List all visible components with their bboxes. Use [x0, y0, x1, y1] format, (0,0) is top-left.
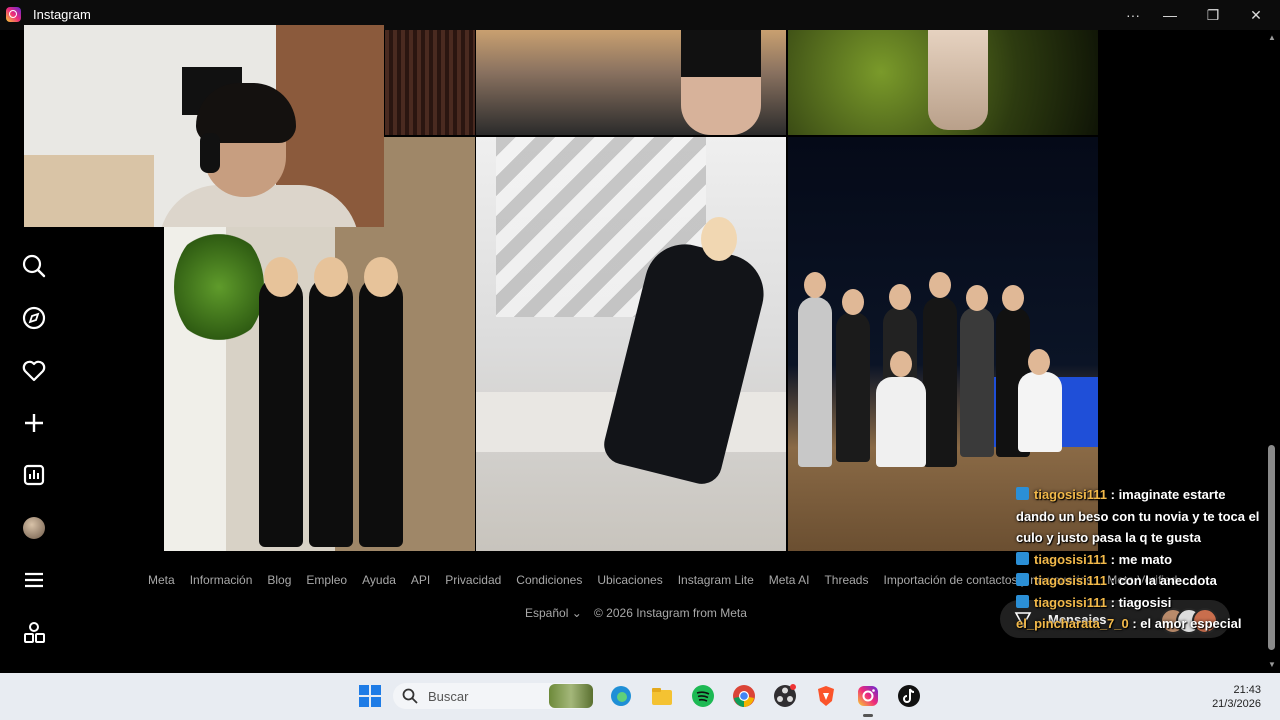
chat-text: : con la anecdota — [1110, 573, 1217, 588]
footer-link[interactable]: Meta AI — [769, 573, 810, 589]
chrome-icon[interactable] — [732, 684, 756, 708]
footer-link[interactable]: Información — [190, 573, 253, 589]
footer-link[interactable]: Empleo — [306, 573, 347, 589]
compass-icon[interactable] — [20, 304, 48, 332]
menu-icon[interactable] — [20, 566, 48, 594]
profile-avatar[interactable] — [23, 517, 45, 539]
chat-username: tiagosisi111 — [1034, 487, 1107, 502]
stream-chat-overlay: tiagosisi111 : imaginate estarte dando u… — [1016, 484, 1266, 635]
instagram-icon[interactable] — [856, 684, 880, 708]
chat-message: tiagosisi111 : con la anecdota — [1016, 570, 1266, 592]
taskbar-search-placeholder: Buscar — [428, 689, 469, 704]
footer-link[interactable]: Ubicaciones — [597, 573, 662, 589]
edge-icon[interactable] — [609, 684, 633, 708]
chat-text: : me mato — [1110, 551, 1173, 567]
stats-icon[interactable] — [20, 461, 48, 489]
chat-message: tiagosisi111 : me mato — [1016, 549, 1266, 571]
chat-message: tiagosisi111 : tiagosisi — [1016, 592, 1266, 614]
chat-badge-icon — [1016, 487, 1029, 500]
instagram-app-icon — [6, 7, 21, 22]
file-explorer-icon[interactable] — [650, 684, 674, 708]
footer-link[interactable]: Condiciones — [516, 573, 582, 589]
footer-link[interactable]: Privacidad — [445, 573, 501, 589]
chat-username: tiagosisi111 — [1034, 594, 1107, 610]
taskbar — [0, 673, 1280, 720]
minimize-button[interactable]: — — [1155, 4, 1185, 26]
heart-icon[interactable] — [20, 357, 48, 385]
window-title: Instagram — [33, 7, 91, 22]
post-thumbnail[interactable] — [385, 30, 475, 135]
language-label: Español — [525, 606, 569, 620]
footer-link[interactable]: Meta — [148, 573, 175, 589]
chat-text: : el amor especial — [1132, 616, 1242, 631]
chat-message: el_pincharata_7_0 : el amor especial — [1016, 613, 1266, 635]
footer-link[interactable]: Blog — [267, 573, 291, 589]
chat-username: tiagosisi111 — [1034, 551, 1107, 567]
chat-text: : tiagosisi — [1110, 594, 1172, 610]
chat-badge-icon — [1016, 551, 1029, 565]
chevron-down-icon: ⌄ — [571, 606, 582, 620]
obs-icon[interactable] — [773, 684, 797, 708]
chat-badge-icon — [1016, 594, 1029, 608]
chat-badge-icon — [1016, 573, 1029, 586]
clock-time: 21:43 — [1233, 684, 1261, 696]
webcam-overlay — [24, 25, 384, 227]
scroll-down-arrow-icon[interactable]: ▼ — [1268, 660, 1276, 669]
start-icon[interactable] — [358, 684, 382, 708]
apps-icon[interactable] — [20, 619, 48, 647]
scrollbar-thumb[interactable] — [1268, 445, 1275, 650]
search-icon[interactable] — [20, 252, 48, 280]
chat-username: tiagosisi111 — [1034, 573, 1107, 588]
brave-icon[interactable] — [814, 684, 838, 708]
chat-message: tiagosisi111 : imaginate estarte dando u… — [1016, 484, 1266, 549]
post-thumbnail[interactable] — [788, 30, 1098, 135]
copyright-text: © 2026 Instagram from Meta — [594, 606, 747, 620]
clock-date: 21/3/2026 — [1212, 698, 1261, 710]
footer-link[interactable]: Instagram Lite — [678, 573, 754, 589]
chat-username: el_pincharata_7_0 — [1016, 616, 1129, 631]
plus-icon[interactable] — [20, 409, 48, 437]
restore-button[interactable]: ❐ — [1198, 4, 1228, 26]
post-thumbnail[interactable] — [476, 137, 786, 551]
taskbar-clock[interactable]: 21:43 21/3/2026 — [1205, 683, 1261, 711]
close-button[interactable]: ✕ — [1241, 4, 1271, 26]
spotify-icon[interactable] — [691, 684, 715, 708]
more-options-button[interactable]: ··· — [1118, 4, 1148, 26]
language-selector[interactable]: Español ⌄ — [525, 606, 582, 620]
post-thumbnail[interactable] — [476, 30, 786, 135]
footer-link[interactable]: Threads — [824, 573, 868, 589]
search-highlight-image — [549, 684, 593, 708]
footer-link[interactable]: Ayuda — [362, 573, 396, 589]
search-icon — [401, 687, 419, 705]
footer-link[interactable]: API — [411, 573, 430, 589]
active-app-indicator — [863, 714, 873, 717]
tiktok-icon[interactable] — [897, 684, 921, 708]
scroll-up-arrow-icon[interactable]: ▲ — [1268, 33, 1276, 42]
